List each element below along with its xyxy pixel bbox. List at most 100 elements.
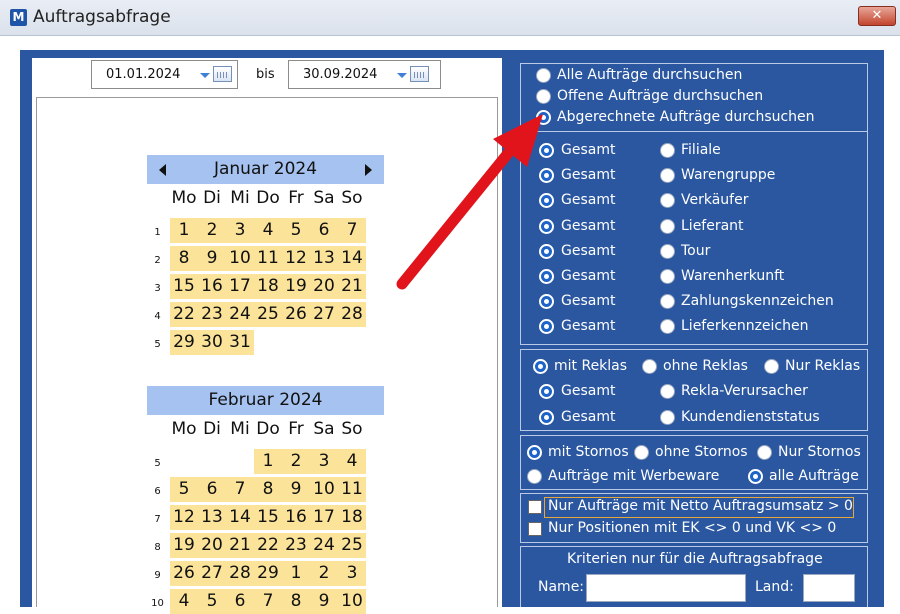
calendar-day[interactable]: 22 — [170, 302, 198, 327]
calendar-day[interactable]: 3 — [338, 561, 366, 586]
calendar-day[interactable]: 11 — [338, 477, 366, 502]
calendar-day[interactable]: 12 — [282, 246, 310, 271]
calendar-day[interactable]: 8 — [170, 246, 198, 271]
calendar-day[interactable]: 21 — [338, 274, 366, 299]
calendar-day[interactable]: 16 — [198, 274, 226, 299]
calendar-day[interactable]: 20 — [198, 533, 226, 558]
calendar-day[interactable]: 30 — [198, 330, 226, 355]
calendar-day[interactable]: 10 — [338, 589, 366, 614]
date-to-picker[interactable]: 30.09.2024 — [288, 60, 441, 89]
date-from-picker[interactable]: 01.01.2024 — [91, 60, 238, 89]
calendar-day[interactable]: 17 — [226, 274, 254, 299]
close-button[interactable]: ✕ — [858, 6, 896, 26]
stornos-radio[interactable] — [527, 445, 542, 460]
filter-option-radio[interactable] — [660, 218, 675, 234]
calendar-day[interactable]: 21 — [226, 533, 254, 558]
calendar-day[interactable]: 10 — [226, 246, 254, 271]
calendar-day[interactable]: 14 — [338, 246, 366, 271]
filter-option-radio[interactable] — [660, 269, 675, 284]
calendar-day[interactable]: 19 — [282, 274, 310, 299]
calendar-day[interactable]: 19 — [170, 533, 198, 558]
calendar-day[interactable]: 6 — [226, 589, 254, 614]
calendar-day[interactable]: 4 — [254, 218, 282, 243]
calendar-day[interactable]: 1 — [254, 449, 282, 474]
calendar-day[interactable]: 8 — [254, 477, 282, 502]
calendar-day[interactable]: 1 — [282, 561, 310, 586]
calendar-day[interactable]: 9 — [198, 246, 226, 271]
calendar-day[interactable]: 9 — [282, 477, 310, 502]
reklas-option-radio[interactable] — [660, 410, 675, 425]
calendar-day[interactable]: 27 — [198, 561, 226, 586]
calendar-day[interactable]: 29 — [254, 561, 282, 586]
calendar-day[interactable]: 31 — [226, 330, 254, 355]
calendar-day[interactable]: 8 — [282, 589, 310, 614]
calendar-day[interactable]: 9 — [310, 589, 338, 614]
prev-month-icon[interactable] — [159, 164, 166, 176]
calendar-day[interactable]: 18 — [338, 505, 366, 530]
calendar-day[interactable]: 13 — [198, 505, 226, 530]
calendar-day[interactable]: 28 — [226, 561, 254, 586]
calendar-day[interactable]: 27 — [310, 302, 338, 327]
calendar-day[interactable]: 28 — [338, 302, 366, 327]
werbeware-radio[interactable] — [527, 469, 542, 484]
scope-radio[interactable] — [536, 110, 551, 125]
werbeware-radio[interactable] — [748, 469, 763, 484]
calendar-day[interactable]: 24 — [226, 302, 254, 327]
calendar-day[interactable]: 16 — [282, 505, 310, 530]
filter-option-radio[interactable] — [660, 143, 675, 158]
calendar-day[interactable]: 5 — [170, 477, 198, 502]
calendar-day[interactable]: 26 — [282, 302, 310, 327]
calendar-day[interactable]: 4 — [338, 449, 366, 474]
calendar-day[interactable]: 24 — [310, 533, 338, 558]
stornos-radio[interactable] — [634, 445, 649, 460]
calendar-day[interactable]: 23 — [198, 302, 226, 327]
calendar-day[interactable]: 3 — [226, 218, 254, 243]
option-checkbox[interactable] — [528, 522, 542, 536]
calendar-day[interactable]: 12 — [170, 505, 198, 530]
reklas-option-radio[interactable] — [660, 384, 675, 399]
calendar-day[interactable]: 25 — [254, 302, 282, 327]
calendar-day[interactable]: 1 — [170, 218, 198, 243]
chevron-down-icon[interactable] — [200, 73, 210, 78]
reklas-gesamt-radio[interactable] — [539, 384, 554, 399]
calendar-day[interactable]: 20 — [310, 274, 338, 299]
option-checkbox[interactable] — [528, 500, 542, 514]
calendar-day[interactable]: 5 — [198, 589, 226, 614]
land-input[interactable] — [803, 574, 855, 602]
filter-gesamt-radio[interactable] — [539, 243, 554, 259]
filter-gesamt-radio[interactable] — [539, 218, 554, 234]
calendar-day[interactable]: 6 — [198, 477, 226, 502]
stornos-radio[interactable] — [757, 445, 772, 460]
calendar-day[interactable]: 2 — [282, 449, 310, 474]
reklas-gesamt-radio[interactable] — [539, 410, 554, 425]
calendar-day[interactable]: 15 — [254, 505, 282, 530]
next-month-icon[interactable] — [365, 164, 372, 176]
calendar-day[interactable]: 13 — [310, 246, 338, 271]
calendar-day[interactable]: 25 — [338, 533, 366, 558]
calendar-day[interactable]: 22 — [254, 533, 282, 558]
calendar-day[interactable]: 29 — [170, 330, 198, 355]
calendar-day[interactable]: 18 — [254, 274, 282, 299]
calendar-day[interactable]: 17 — [310, 505, 338, 530]
reklas-radio[interactable] — [533, 359, 548, 374]
calendar-day[interactable]: 2 — [198, 218, 226, 243]
calendar-icon[interactable] — [213, 66, 232, 82]
calendar-day[interactable]: 7 — [226, 477, 254, 502]
calendar-day[interactable]: 7 — [254, 589, 282, 614]
calendar-day[interactable]: 3 — [310, 449, 338, 474]
filter-option-radio[interactable] — [660, 243, 675, 259]
calendar-icon[interactable] — [410, 66, 429, 82]
reklas-radio[interactable] — [764, 359, 779, 374]
calendar-day[interactable]: 11 — [254, 246, 282, 271]
calendar-day[interactable]: 6 — [310, 218, 338, 243]
calendar-day[interactable]: 14 — [226, 505, 254, 530]
calendar-day[interactable]: 2 — [310, 561, 338, 586]
calendar-day[interactable]: 15 — [170, 274, 198, 299]
calendar-day[interactable]: 5 — [282, 218, 310, 243]
chevron-down-icon[interactable] — [397, 73, 407, 78]
filter-gesamt-radio[interactable] — [539, 269, 554, 284]
name-input[interactable] — [586, 574, 746, 602]
scope-radio[interactable] — [536, 68, 551, 83]
calendar-day[interactable]: 4 — [170, 589, 198, 614]
calendar-day[interactable]: 23 — [282, 533, 310, 558]
